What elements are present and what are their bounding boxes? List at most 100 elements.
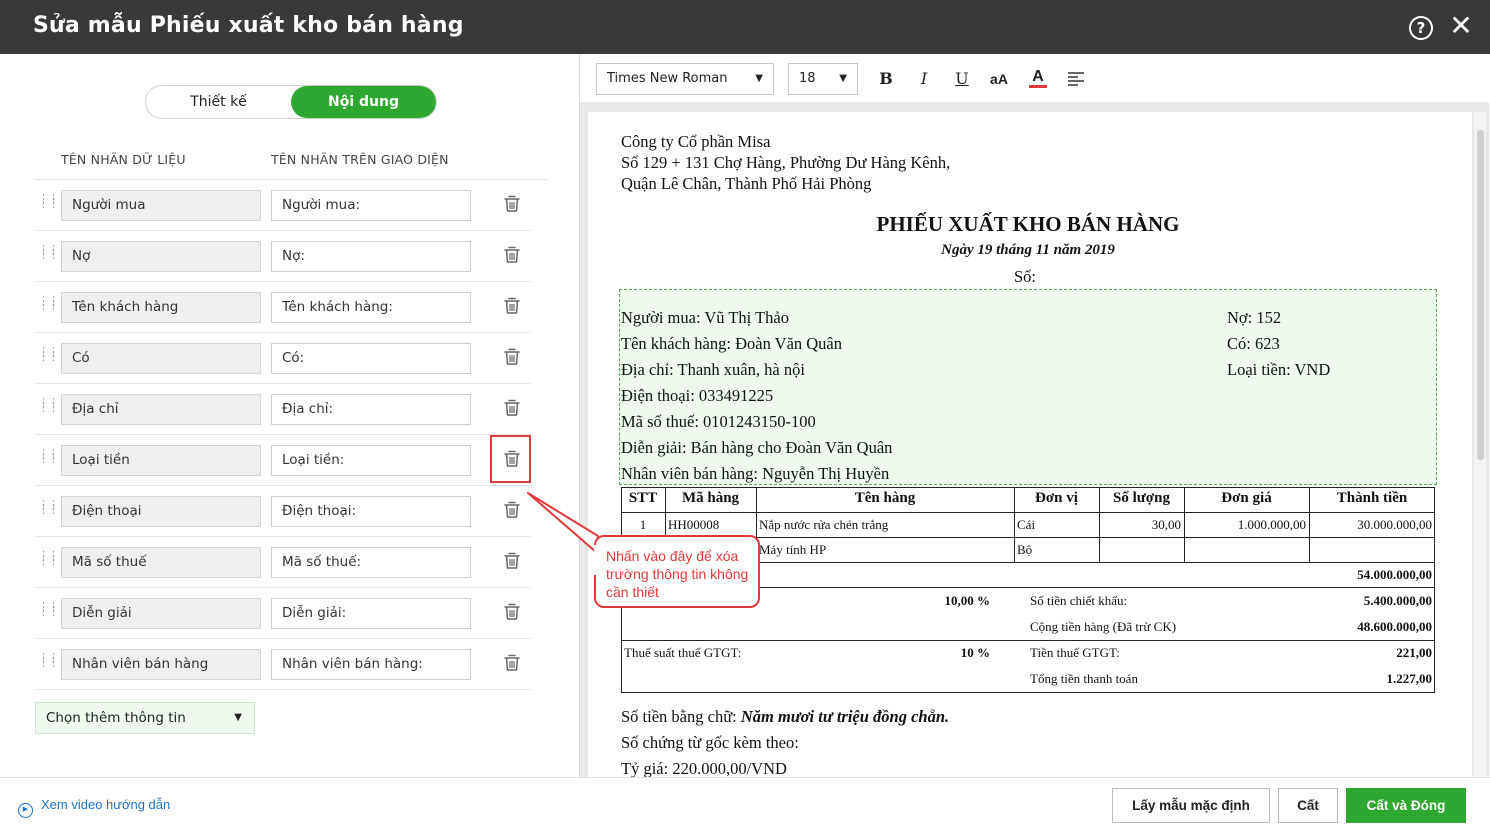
video-guide-label: Xem video hướng dẫn [41, 797, 171, 812]
display-label-input[interactable]: Mã số thuế: [271, 547, 471, 578]
font-family-select[interactable]: Times New Roman ▼ [596, 63, 774, 95]
display-label-input[interactable]: Loại tiền: [271, 445, 471, 476]
data-label-field: Có [61, 343, 261, 374]
amount-in-words-value: Năm mươi tư triệu đồng chẵn. [740, 707, 950, 726]
net-value: 48.600.000,00 [1357, 619, 1432, 634]
dialog-title: Sửa mẫu Phiếu xuất kho bán hàng [33, 13, 464, 38]
font-size-value: 18 [799, 71, 816, 86]
display-label-input[interactable]: Người mua: [271, 190, 471, 221]
grand-total-label: Tổng tiền thanh toán [1030, 671, 1138, 686]
display-label-input[interactable]: Nợ: [271, 241, 471, 272]
table-rule [621, 512, 1435, 513]
info-line-right: Có: 623 [1227, 334, 1280, 353]
text-case-button[interactable]: aA [986, 66, 1012, 92]
tooltip-text: Nhấn vào đây để xóa trường thông tin khô… [606, 548, 749, 600]
add-more-info-dropdown[interactable]: Chọn thêm thông tin ▼ [35, 702, 255, 734]
drag-handle-icon[interactable]: ⋮⋮ ⋮⋮ [38, 652, 59, 669]
drag-handle-icon[interactable]: ⋮⋮ ⋮⋮ [38, 499, 59, 516]
info-line: Tên khách hàng: Đoàn Văn Quân [621, 334, 843, 353]
display-label-input[interactable]: Tên khách hàng: [271, 292, 471, 323]
display-label-input[interactable]: Điện thoại: [271, 496, 471, 527]
table-cell: HH00008 [668, 517, 720, 532]
save-and-close-button[interactable]: Cất và Đóng [1346, 788, 1466, 823]
underline-button[interactable]: U [949, 66, 975, 92]
delete-highlight-box [490, 435, 531, 483]
trash-icon[interactable] [503, 551, 521, 571]
bold-button[interactable]: B [873, 66, 899, 92]
align-left-icon[interactable] [1067, 71, 1085, 87]
data-label-field: Điện thoại [61, 496, 261, 527]
drag-handle-icon[interactable]: ⋮⋮ ⋮⋮ [38, 193, 59, 210]
tab-content[interactable]: Nội dung [291, 86, 436, 118]
drag-handle-icon[interactable]: ⋮⋮ ⋮⋮ [38, 397, 59, 414]
display-label-input[interactable]: Địa chỉ: [271, 394, 471, 425]
data-label-field: Tên khách hàng [61, 292, 261, 323]
amount-in-words: Số tiền bằng chữ: Năm mươi tư triệu đồng… [621, 707, 949, 727]
tooltip-callout: Nhấn vào đây để xóa trường thông tin khô… [594, 535, 760, 608]
help-icon[interactable]: ? [1409, 16, 1433, 40]
trash-icon[interactable] [503, 398, 521, 418]
trash-icon[interactable] [503, 296, 521, 316]
data-label-field: Nhân viên bán hàng [61, 649, 261, 680]
field-row: ⋮⋮ ⋮⋮ Địa chỉ Địa chỉ: [35, 384, 531, 435]
field-row: ⋮⋮ ⋮⋮ Loại tiền Loại tiền: [35, 435, 531, 486]
drag-handle-icon[interactable]: ⋮⋮ ⋮⋮ [38, 244, 59, 261]
drag-handle-icon[interactable]: ⋮⋮ ⋮⋮ [38, 550, 59, 567]
italic-button[interactable]: I [911, 66, 937, 92]
trash-icon[interactable] [503, 500, 521, 520]
drag-handle-icon[interactable]: ⋮⋮ ⋮⋮ [38, 601, 59, 618]
load-default-template-button[interactable]: Lấy mẫu mặc định [1112, 788, 1270, 823]
column-header-display-label: TÊN NHÃN TRÊN GIAO DIỆN [271, 152, 449, 167]
display-label-input[interactable]: Diễn giải: [271, 598, 471, 629]
add-more-info-label: Chọn thêm thông tin [46, 710, 186, 726]
trash-icon[interactable] [503, 347, 521, 367]
dialog-titlebar: Sửa mẫu Phiếu xuất kho bán hàng ? ✕ [0, 0, 1490, 54]
company-address-line1: Số 129 + 131 Chợ Hàng, Phường Dư Hàng Kê… [621, 153, 951, 172]
exchange-rate: Tỷ giá: 220.000,00/VND [621, 759, 787, 778]
table-cell: Nắp nước rửa chén trắng [759, 517, 889, 532]
tab-design[interactable]: Thiết kế [146, 86, 291, 118]
trash-icon[interactable] [503, 653, 521, 673]
vat-amount: 221,00 [1396, 645, 1432, 660]
trash-icon[interactable] [503, 602, 521, 622]
vat-amount-label: Tiền thuế GTGT: [1030, 645, 1120, 660]
drag-handle-icon[interactable]: ⋮⋮ ⋮⋮ [38, 448, 59, 465]
drag-handle-icon[interactable]: ⋮⋮ ⋮⋮ [38, 295, 59, 312]
table-cell: 1.000.000,00 [1237, 517, 1306, 532]
scrollbar-thumb[interactable] [1477, 130, 1484, 460]
data-label-field: Nợ [61, 241, 261, 272]
info-line: Nhân viên bán hàng: Nguyễn Thị Huyền [621, 464, 890, 483]
info-line: Diễn giải: Bán hàng cho Đoàn Văn Quân [621, 438, 893, 457]
field-row: ⋮⋮ ⋮⋮ Diễn giải Diễn giải: [35, 588, 531, 639]
trash-icon[interactable] [503, 194, 521, 214]
data-label-field: Mã số thuế [61, 547, 261, 578]
document-title: PHIẾU XUẤT KHO BÁN HÀNG [876, 212, 1180, 236]
info-line: Người mua: Vũ Thị Thảo [621, 308, 789, 327]
field-row: ⋮⋮ ⋮⋮ Mã số thuế Mã số thuế: [35, 537, 531, 588]
field-row: ⋮⋮ ⋮⋮ Nợ Nợ: [35, 231, 531, 282]
table-header-cell: Đơn giá [1221, 490, 1272, 506]
table-cell: Máy tính HP [759, 542, 827, 557]
table-header-cell: Mã hàng [681, 490, 740, 506]
table-cell: Cái [1017, 517, 1036, 532]
table-cell: 30,00 [1151, 517, 1181, 532]
display-label-input[interactable]: Nhân viên bán hàng: [271, 649, 471, 680]
data-label-field: Loại tiền [61, 445, 261, 476]
save-button[interactable]: Cất [1278, 788, 1338, 823]
close-icon[interactable]: ✕ [1447, 12, 1475, 40]
total-value: 54.000.000,00 [1357, 567, 1432, 582]
trash-icon[interactable] [503, 245, 521, 265]
company-name: Công ty Cổ phần Misa [621, 132, 771, 151]
info-line: Điện thoại: 033491225 [621, 386, 774, 405]
info-line-right: Nợ: 152 [1227, 308, 1282, 327]
table-header-cell: Số lượng [1113, 490, 1170, 506]
font-color-button[interactable]: A [1029, 66, 1047, 88]
font-size-select[interactable]: 18 ▼ [788, 63, 858, 95]
attached-documents: Số chứng từ gốc kèm theo: [621, 733, 799, 752]
field-row: ⋮⋮ ⋮⋮ Điện thoại Điện thoại: [35, 486, 531, 537]
video-guide-link[interactable]: ▶ Xem video hướng dẫn [18, 797, 170, 818]
drag-handle-icon[interactable]: ⋮⋮ ⋮⋮ [38, 346, 59, 363]
chevron-down-icon: ▼ [839, 73, 847, 84]
table-header-cell: Đơn vị [1035, 490, 1078, 506]
display-label-input[interactable]: Có: [271, 343, 471, 374]
